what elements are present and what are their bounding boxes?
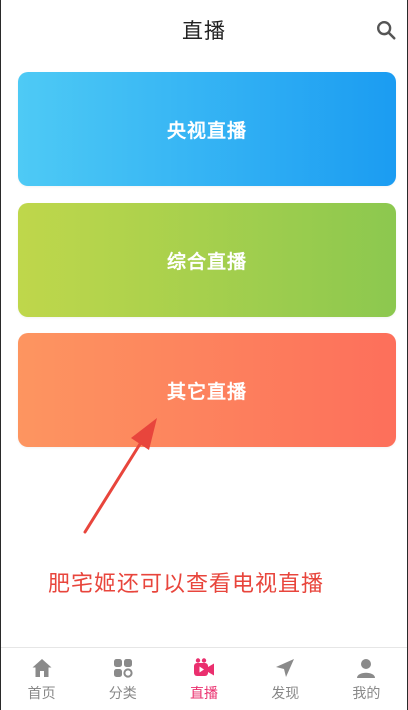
search-icon[interactable] [375, 19, 397, 41]
tab-label: 分类 [108, 686, 137, 702]
page-title: 直播 [182, 19, 226, 43]
tab-discover[interactable]: 发现 [245, 648, 326, 710]
profile-icon [357, 659, 376, 678]
tab-label: 我的 [352, 686, 381, 702]
tab-label: 首页 [27, 686, 56, 702]
home-icon [32, 659, 52, 677]
general-live-card[interactable]: 综合直播 [18, 203, 396, 317]
category-icon [113, 659, 133, 678]
top-bar: 直播 [1, 0, 407, 60]
live-camera-icon [194, 658, 214, 676]
tab-category[interactable]: 分类 [82, 648, 163, 710]
tab-home[interactable]: 首页 [1, 648, 82, 710]
discover-icon [276, 659, 295, 677]
cctv-live-card[interactable]: 央视直播 [18, 72, 396, 186]
card-label: 其它直播 [166, 380, 247, 403]
card-label: 央视直播 [166, 119, 247, 142]
card-label: 综合直播 [166, 250, 247, 273]
bottom-tab-bar: 首页 分类 直播 发现 我的 [1, 647, 407, 710]
tab-label: 直播 [190, 686, 218, 702]
tab-profile[interactable]: 我的 [326, 648, 407, 710]
annotation-arrow [83, 418, 157, 534]
tab-live[interactable]: 直播 [163, 648, 244, 710]
annotation-text: 肥宅姬还可以查看电视直播 [48, 572, 325, 597]
tab-label: 发现 [271, 686, 300, 702]
